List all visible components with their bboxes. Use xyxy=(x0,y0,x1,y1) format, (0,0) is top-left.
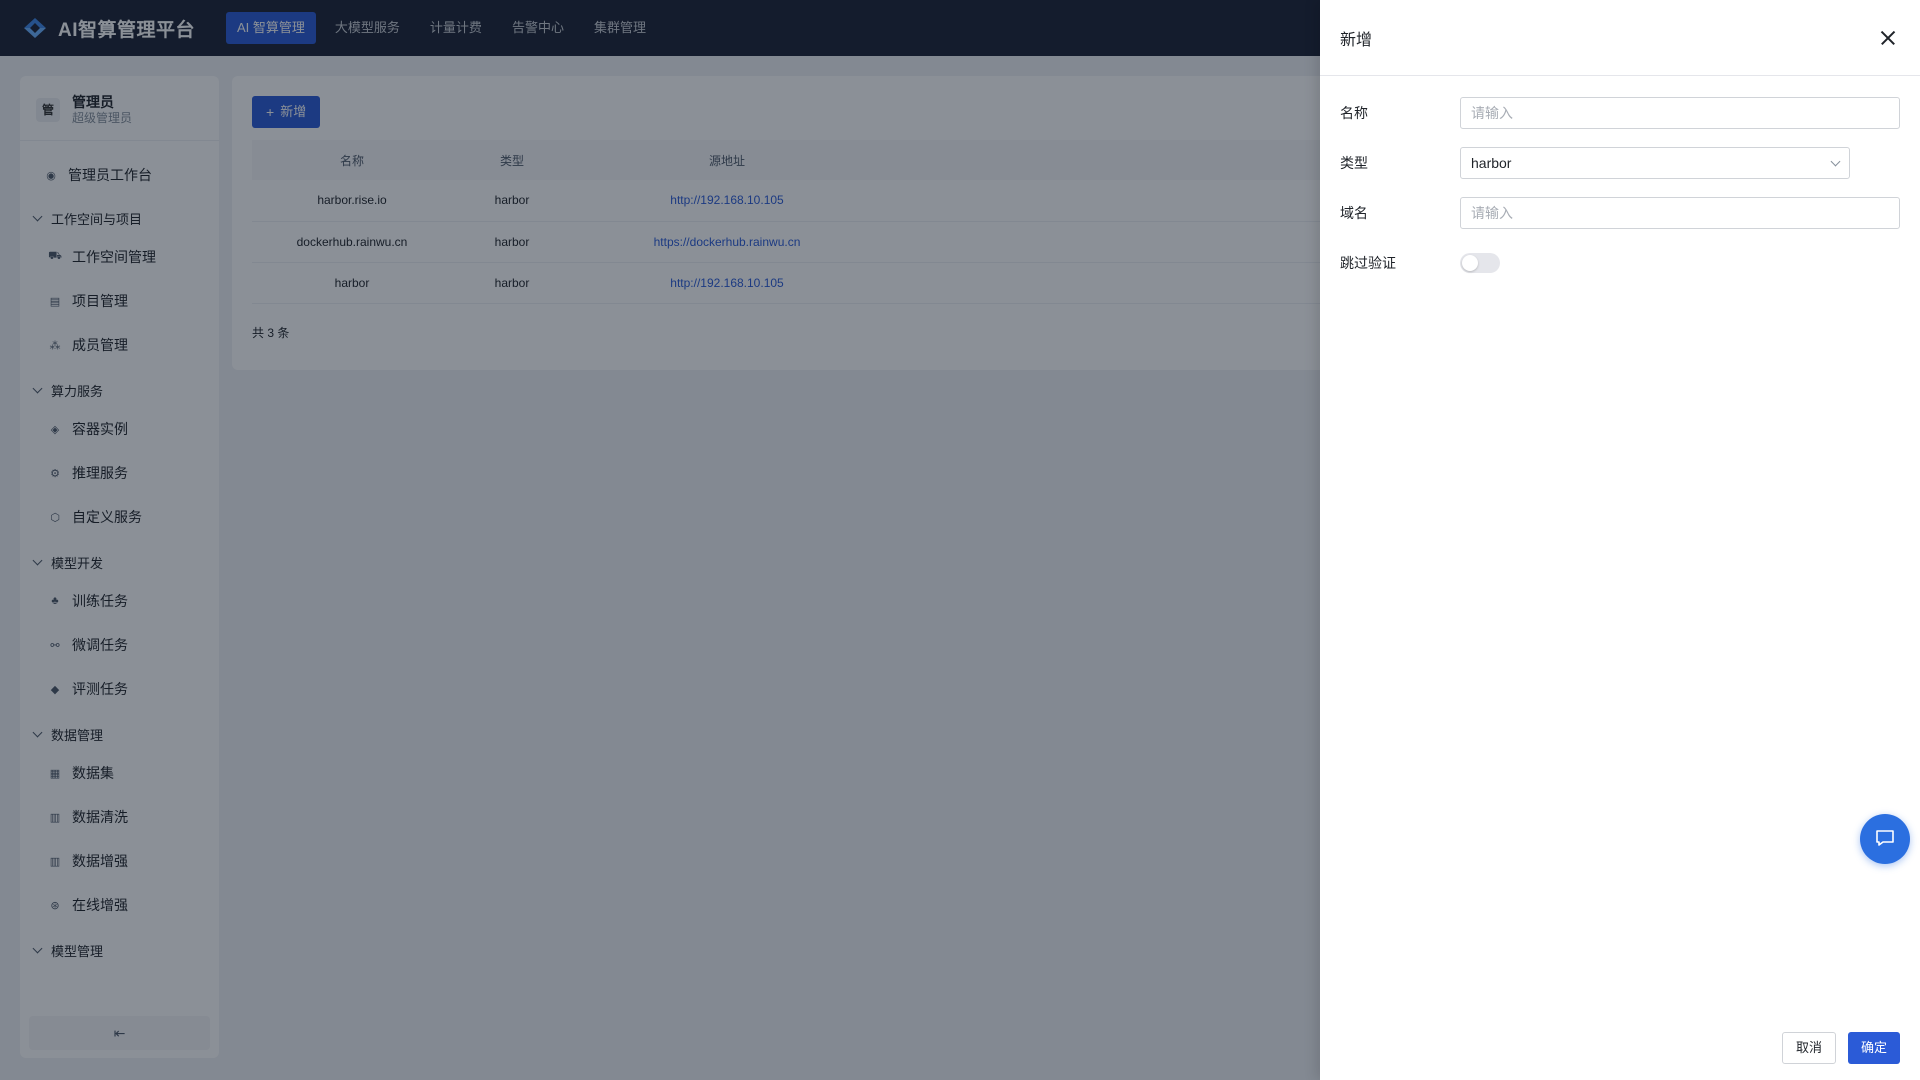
chevron-down-icon xyxy=(1830,156,1841,166)
drawer-footer: 取消 确定 xyxy=(1781,1032,1900,1064)
domain-input[interactable] xyxy=(1460,197,1900,229)
domain-label: 域名 xyxy=(1340,205,1368,221)
cancel-button[interactable]: 取消 xyxy=(1781,1032,1836,1064)
registry-form: 名称 类型 harbor 域名 跳过验证 xyxy=(1320,76,1920,280)
chat-button[interactable] xyxy=(1860,814,1910,864)
confirm-button[interactable]: 确定 xyxy=(1847,1032,1900,1064)
close-icon[interactable] xyxy=(1876,26,1900,50)
form-row-skip-verify: 跳过验证 xyxy=(1340,246,1900,280)
form-row-domain: 域名 xyxy=(1340,196,1900,230)
form-row-name: 名称 xyxy=(1340,96,1900,130)
skip-verify-toggle[interactable] xyxy=(1460,253,1500,273)
type-select-value: harbor xyxy=(1471,155,1512,171)
add-registry-drawer: 新增 名称 类型 harbor 域名 跳过验证 取消 确定 xyxy=(1320,0,1920,1080)
type-label: 类型 xyxy=(1340,155,1368,171)
toggle-knob xyxy=(1462,255,1478,271)
form-row-type: 类型 harbor xyxy=(1340,146,1900,180)
drawer-header: 新增 xyxy=(1320,0,1920,76)
name-input[interactable] xyxy=(1460,97,1900,129)
skip-verify-label: 跳过验证 xyxy=(1340,255,1396,271)
drawer-title: 新增 xyxy=(1340,31,1373,49)
type-select[interactable]: harbor xyxy=(1460,147,1850,179)
name-label: 名称 xyxy=(1340,105,1368,121)
chat-icon xyxy=(1874,827,1896,852)
